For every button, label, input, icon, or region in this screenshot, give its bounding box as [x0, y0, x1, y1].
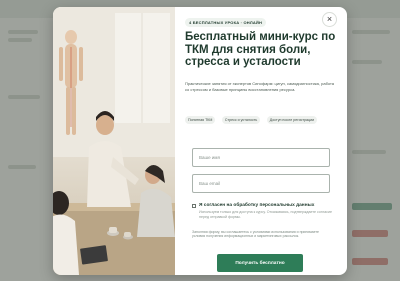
modal-title: Бесплатный мини-курс по ТКМ для снятия б… [185, 31, 336, 68]
close-button[interactable]: × [322, 12, 337, 27]
lead-form-modal: 4 БЕСПЛАТНЫХ УРОКА · ОНЛАЙН × Бесплатный… [53, 7, 347, 275]
tag-item: Понятная ТКМ [185, 116, 216, 124]
consent-checkbox[interactable] [192, 204, 196, 208]
course-photo [53, 7, 175, 275]
email-input[interactable] [192, 174, 330, 193]
form-footnote: Заполняя форму, вы соглашаетесь с услови… [192, 230, 319, 239]
tag-list: Понятная ТКМ Стресс и усталость Доступ п… [185, 108, 345, 126]
modal-description: Практические занятия от экспертов Синофа… [185, 81, 335, 92]
tag-item: Стресс и усталость [221, 116, 261, 124]
modal-content: 4 БЕСПЛАТНЫХ УРОКА · ОНЛАЙН × Бесплатный… [185, 7, 341, 275]
course-badge: 4 БЕСПЛАТНЫХ УРОКА · ОНЛАЙН [185, 18, 267, 27]
tag-item: Доступ после регистрации [266, 116, 318, 124]
submit-button[interactable]: Получить бесплатно [217, 254, 303, 272]
name-input[interactable] [192, 148, 330, 167]
tcm-consultation-illustration [53, 7, 175, 275]
consent-label[interactable]: Я согласен на обработку персональных дан… [199, 203, 314, 208]
consent-text: Используем только для доступа к курсу. О… [199, 210, 332, 219]
close-icon[interactable]: × [327, 14, 332, 24]
